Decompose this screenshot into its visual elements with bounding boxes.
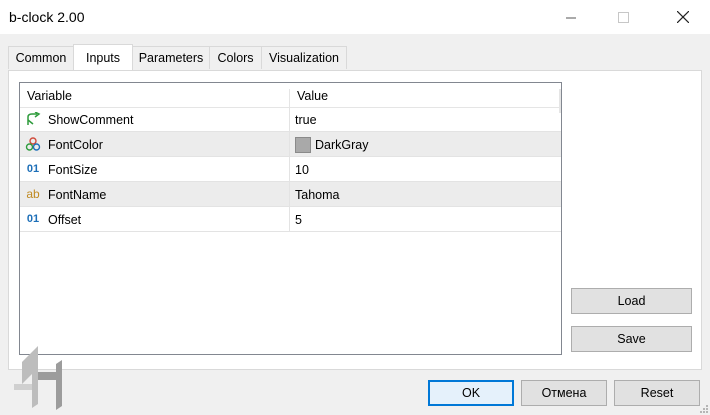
- brand-logo-icon: [14, 346, 62, 410]
- variable-name: FontSize: [48, 163, 98, 177]
- resize-grip-icon[interactable]: [698, 403, 708, 413]
- cancel-button[interactable]: Отмена: [521, 380, 607, 406]
- cell-divider: [289, 157, 290, 182]
- cell-divider: [289, 207, 290, 232]
- cell-divider: [289, 182, 290, 207]
- tab-visualization[interactable]: Visualization: [261, 46, 347, 69]
- table-row[interactable]: ab FontName Tahoma: [20, 182, 561, 207]
- color-swatch[interactable]: [295, 137, 311, 153]
- variable-name: Offset: [48, 213, 82, 227]
- reset-button[interactable]: Reset: [614, 380, 700, 406]
- tab-parameters[interactable]: Parameters: [132, 46, 210, 69]
- table-row[interactable]: 01 Offset 5: [20, 207, 561, 232]
- value-cell[interactable]: true: [295, 113, 317, 127]
- table-row[interactable]: FontColor DarkGray: [20, 132, 561, 157]
- inputs-grid: Variable Value ShowComment true FontColo…: [19, 82, 562, 355]
- window-title: b-clock 2.00: [9, 9, 85, 25]
- value-cell[interactable]: 10: [295, 163, 309, 177]
- variable-name: ShowComment: [48, 113, 134, 127]
- ok-button[interactable]: OK: [428, 380, 514, 406]
- integer-icon: 01: [26, 163, 40, 175]
- color-palette-icon: [25, 137, 41, 151]
- variable-name: FontName: [48, 188, 107, 202]
- close-button[interactable]: [660, 0, 706, 34]
- tab-common[interactable]: Common: [8, 46, 74, 69]
- minimize-button[interactable]: [548, 0, 594, 34]
- minimize-icon: [565, 17, 576, 18]
- value-cell[interactable]: 5: [295, 213, 302, 227]
- tab-colors[interactable]: Colors: [209, 46, 262, 69]
- table-row[interactable]: ShowComment true: [20, 107, 561, 132]
- tab-inputs[interactable]: Inputs: [73, 44, 133, 70]
- column-header-variable[interactable]: Variable: [27, 89, 72, 103]
- value-cell[interactable]: Tahoma: [295, 188, 339, 202]
- title-bar: b-clock 2.00: [0, 0, 710, 34]
- maximize-button[interactable]: [600, 0, 646, 34]
- grid-header: Variable Value: [20, 83, 561, 113]
- close-icon: [677, 11, 689, 23]
- bool-arrow-icon: [25, 112, 41, 126]
- integer-icon: 01: [26, 213, 40, 225]
- value-cell[interactable]: DarkGray: [315, 138, 368, 152]
- column-header-value[interactable]: Value: [297, 89, 328, 103]
- cell-divider: [289, 107, 290, 132]
- table-row[interactable]: 01 FontSize 10: [20, 157, 561, 182]
- cell-divider: [289, 132, 290, 157]
- variable-name: FontColor: [48, 138, 103, 152]
- string-icon: ab: [26, 187, 40, 201]
- maximize-icon: [617, 11, 629, 23]
- load-button[interactable]: Load: [571, 288, 692, 314]
- save-button[interactable]: Save: [571, 326, 692, 352]
